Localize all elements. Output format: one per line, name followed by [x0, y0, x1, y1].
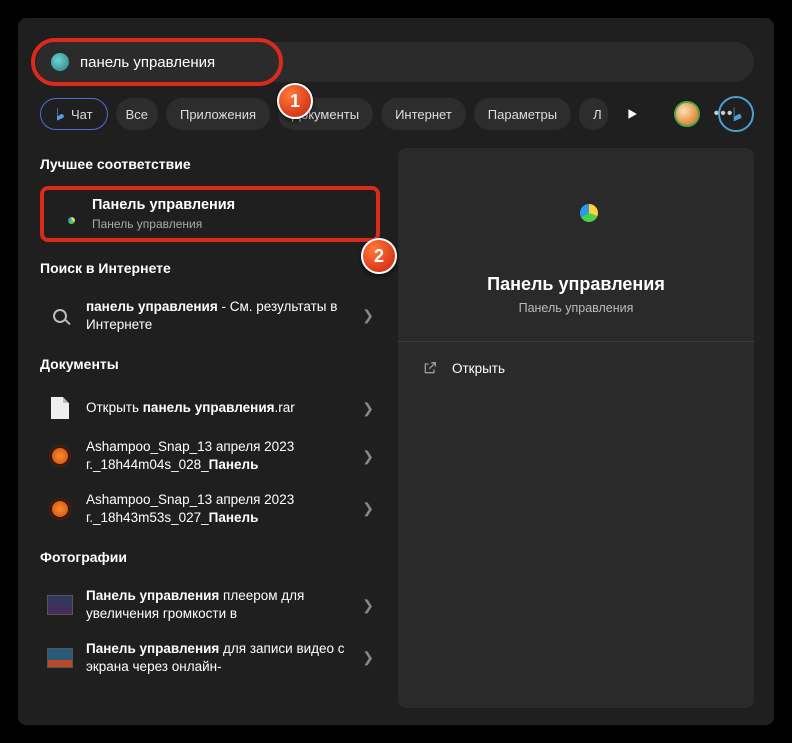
user-avatar[interactable]: [674, 101, 700, 127]
best-subtitle: Панель управления: [92, 216, 368, 232]
result-photo-2[interactable]: Панель управления для записи видео с экр…: [40, 632, 380, 684]
bing-chat-icon: [51, 106, 67, 122]
tab-params-label: Параметры: [488, 107, 557, 122]
control-panel-big-icon: [536, 184, 616, 254]
tab-all-label: Все: [126, 107, 148, 122]
tab-docs-label: Документы: [292, 107, 359, 122]
tab-internet-label: Интернет: [395, 107, 452, 122]
section-web: Поиск в Интернете: [40, 260, 380, 276]
thumbnail-icon: [46, 591, 74, 619]
result-doc-2[interactable]: Ashampoo_Snap_13 апреля 2023 г._18h44m04…: [40, 430, 380, 482]
result-doc-3[interactable]: Ashampoo_Snap_13 апреля 2023 г._18h43m53…: [40, 483, 380, 535]
preview-title: Панель управления: [398, 274, 754, 295]
ashampoo-icon: [46, 442, 74, 470]
chevron-right-icon: ❯: [362, 307, 374, 324]
action-open-label: Открыть: [452, 361, 505, 376]
search-orb-icon: [50, 52, 70, 72]
section-best-match: Лучшее соответствие: [40, 156, 380, 172]
file-icon: [46, 394, 74, 422]
bing-icon: [727, 105, 745, 123]
chevron-right-icon: ❯: [362, 448, 374, 465]
control-panel-icon: [52, 200, 80, 228]
preview-panel: Панель управления Панель управления Откр…: [398, 148, 754, 708]
tab-cut[interactable]: Л: [579, 98, 608, 130]
tab-all[interactable]: Все: [116, 98, 158, 130]
play-icon: [626, 108, 638, 120]
result-best-match[interactable]: Панель управления Панель управления: [40, 186, 380, 242]
best-title: Панель управления: [92, 196, 368, 216]
preview-subtitle: Панель управления: [398, 301, 754, 315]
search-box[interactable]: [36, 42, 754, 82]
tab-chat-label: Чат: [71, 107, 93, 122]
tab-chat[interactable]: Чат: [40, 98, 108, 130]
chevron-right-icon: ❯: [362, 649, 374, 666]
search-icon: [46, 302, 74, 330]
section-photos: Фотографии: [40, 549, 380, 565]
search-input[interactable]: [80, 54, 740, 71]
tab-apps[interactable]: Приложения: [166, 98, 270, 130]
tab-apps-label: Приложения: [180, 107, 256, 122]
open-icon: [422, 360, 438, 376]
chevron-right-icon: ❯: [362, 500, 374, 517]
tab-params[interactable]: Параметры: [474, 98, 571, 130]
result-photo-1[interactable]: Панель управления плеером для увеличения…: [40, 579, 380, 631]
filter-tabs: Чат Все Приложения Документы Интернет Па…: [40, 98, 733, 130]
section-documents: Документы: [40, 356, 380, 372]
thumbnail-icon: [46, 644, 74, 672]
results-left-column: Лучшее соответствие Панель управления Па…: [40, 148, 380, 684]
chevron-right-icon: ❯: [362, 400, 374, 417]
web1-bold: панель управления: [86, 299, 218, 314]
tab-internet[interactable]: Интернет: [381, 98, 466, 130]
tab-cut-label: Л: [593, 107, 602, 122]
action-open[interactable]: Открыть: [398, 342, 754, 394]
result-web-1[interactable]: панель управления - См. результаты в Инт…: [40, 290, 380, 342]
chevron-right-icon: ❯: [362, 597, 374, 614]
bing-button[interactable]: [718, 96, 754, 132]
ashampoo-icon: [46, 495, 74, 523]
result-doc-1[interactable]: Открыть панель управления.rar ❯: [40, 386, 380, 430]
scroll-right-button[interactable]: [616, 98, 648, 130]
tab-documents[interactable]: Документы: [278, 98, 373, 130]
